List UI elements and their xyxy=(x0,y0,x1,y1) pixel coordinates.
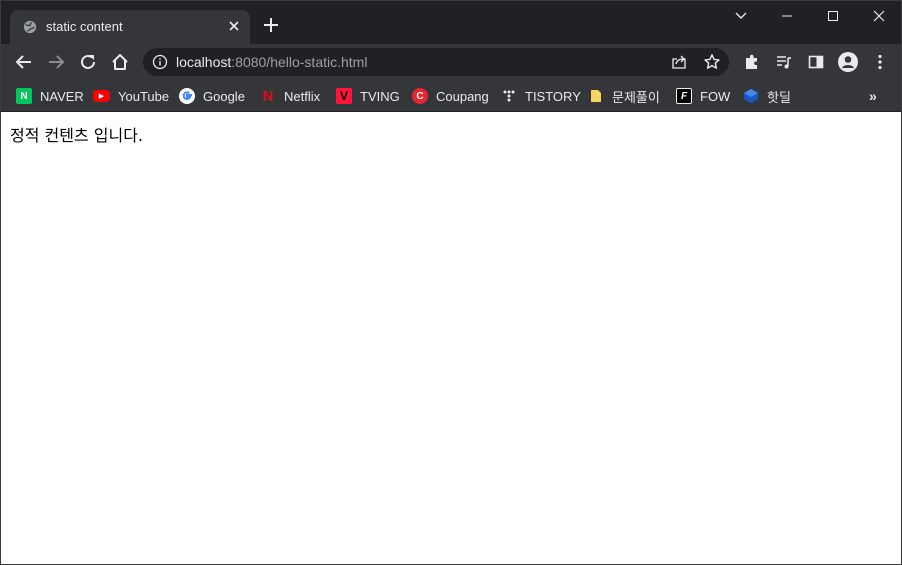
bookmark-youtube[interactable]: ▶ YouTube xyxy=(93,86,169,106)
page-content: 정적 컨텐츠 입니다. xyxy=(1,112,901,564)
minimize-icon[interactable] xyxy=(764,1,810,31)
extensions-icon[interactable] xyxy=(740,50,764,74)
menu-kebab-icon[interactable] xyxy=(868,50,892,74)
bookmark-label: YouTube xyxy=(118,88,170,104)
bookmark-tistory[interactable]: TISTORY xyxy=(501,86,581,106)
fow-icon: F xyxy=(676,88,692,104)
side-panel-icon[interactable] xyxy=(804,50,828,74)
url-host: localhost xyxy=(176,54,232,70)
close-window-icon[interactable] xyxy=(856,1,901,31)
forward-icon[interactable] xyxy=(44,50,68,74)
hotdeal-icon xyxy=(743,88,759,104)
globe-icon xyxy=(23,20,37,34)
bookmark-label: FOW xyxy=(700,88,731,104)
netflix-icon: N xyxy=(262,87,274,105)
url-path: :8080/hello-static.html xyxy=(231,54,368,70)
bookmark-label: Coupang xyxy=(436,88,489,104)
address-bar[interactable]: localhost:8080/hello-static.html xyxy=(143,48,729,76)
maximize-icon[interactable] xyxy=(810,1,856,31)
bookmark-naver[interactable]: N NAVER xyxy=(16,86,84,106)
share-icon[interactable] xyxy=(671,54,687,70)
bookmark-label: 핫딜 xyxy=(767,89,791,105)
site-info-icon[interactable] xyxy=(152,54,168,70)
static-content-text: 정적 컨텐츠 입니다. xyxy=(10,126,144,145)
tistory-icon xyxy=(501,88,517,104)
bookmark-label: 문제풀이 xyxy=(612,89,660,105)
bookmark-label: Netflix xyxy=(284,88,321,104)
bookmark-netflix[interactable]: N Netflix xyxy=(260,86,321,106)
bookmark-hotdeal[interactable]: 핫딜 xyxy=(743,86,791,106)
bookmark-label: TISTORY xyxy=(525,88,581,104)
bookmark-coupang[interactable]: C Coupang xyxy=(412,86,489,106)
tab-strip: static content xyxy=(1,1,901,44)
tving-icon: V xyxy=(336,88,352,104)
folder-icon xyxy=(588,88,604,104)
new-tab-icon[interactable] xyxy=(260,14,282,36)
bookmark-tving[interactable]: V TVING xyxy=(336,86,400,106)
home-icon[interactable] xyxy=(108,50,132,74)
media-controls-icon[interactable] xyxy=(772,50,796,74)
tab-close-icon[interactable] xyxy=(226,18,242,34)
bookmark-star-icon[interactable] xyxy=(703,53,721,71)
tab-static-content[interactable]: static content xyxy=(10,10,250,44)
bookmark-label: Google xyxy=(203,88,245,104)
bookmark-fow[interactable]: F FOW xyxy=(676,86,730,106)
coupang-icon: C xyxy=(412,88,428,104)
bookmark-label: NAVER xyxy=(40,88,84,104)
profile-avatar-icon[interactable] xyxy=(836,50,860,74)
google-icon xyxy=(179,88,195,104)
youtube-icon: ▶ xyxy=(93,90,110,102)
bookmark-label: TVING xyxy=(360,88,400,104)
browser-window: static content localhost:8080/hello-stat… xyxy=(0,0,902,565)
bookmark-folder-problems[interactable]: 문제풀이 xyxy=(588,86,660,106)
reload-icon[interactable] xyxy=(76,50,100,74)
url-text[interactable]: localhost:8080/hello-static.html xyxy=(176,54,367,70)
toolbar: localhost:8080/hello-static.html xyxy=(1,44,901,80)
bookmarks-bar: N NAVER ▶ YouTube Google N Netflix V TVI… xyxy=(1,80,901,112)
bookmarks-overflow-icon[interactable]: » xyxy=(869,88,877,104)
tab-search-icon[interactable] xyxy=(718,1,764,31)
tab-title: static content xyxy=(46,19,123,34)
back-icon[interactable] xyxy=(12,50,36,74)
bookmark-google[interactable]: Google xyxy=(179,86,245,106)
naver-icon: N xyxy=(16,88,32,104)
